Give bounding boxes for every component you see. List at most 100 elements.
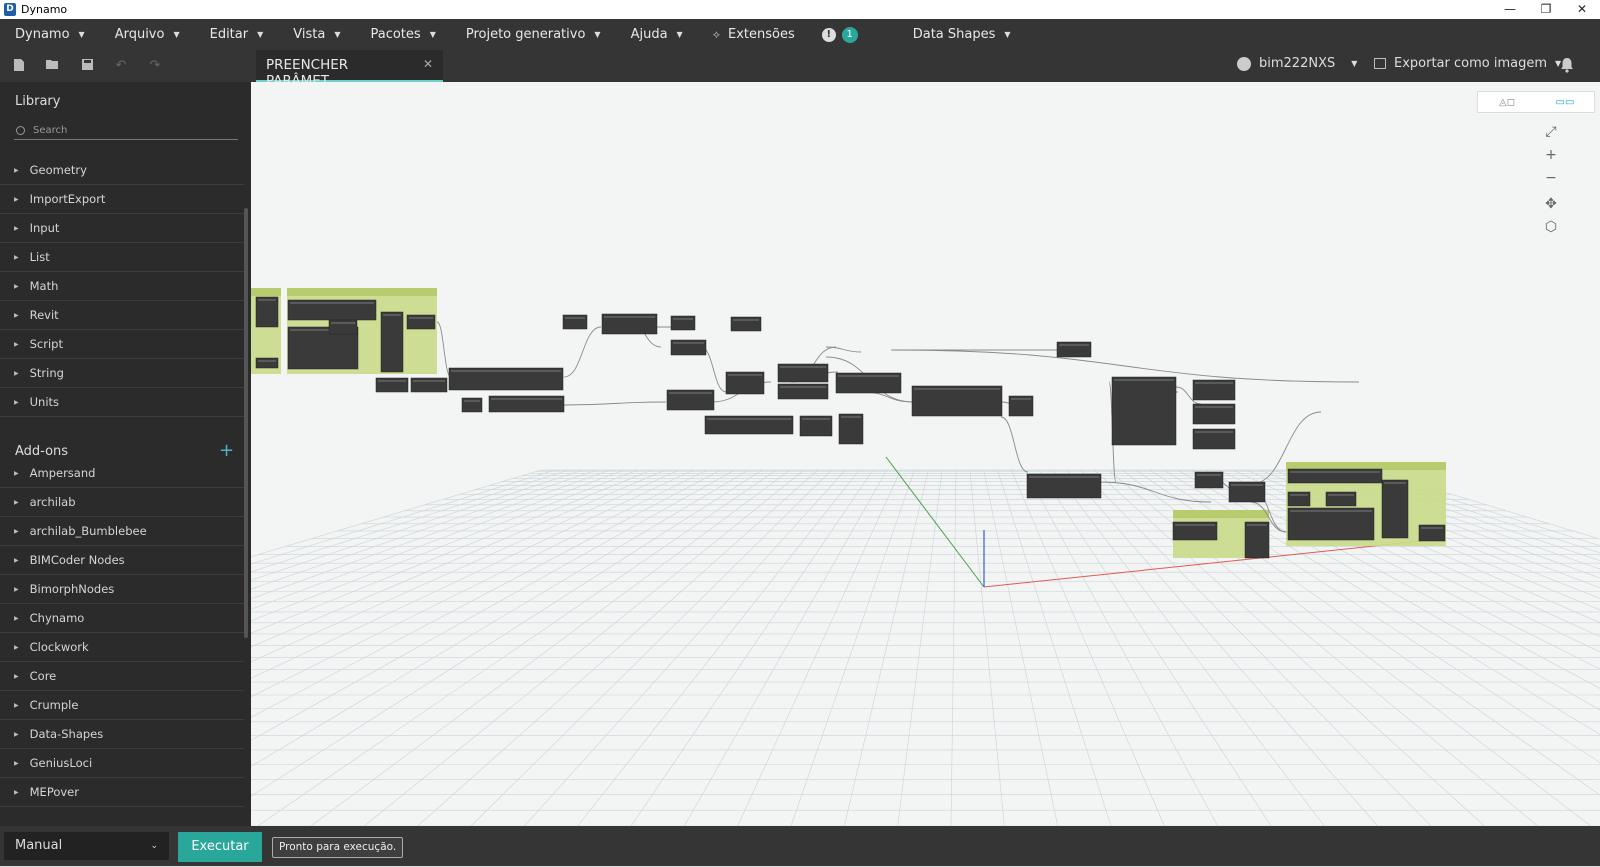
open-file-icon[interactable] — [44, 58, 60, 74]
undo-icon[interactable]: ↶ — [113, 58, 129, 74]
library-item[interactable]: ▶ Units — [0, 388, 244, 417]
expand-arrow-icon: ▶ — [14, 730, 19, 738]
workspace-tab[interactable]: PREENCHER PARÂMET... ✕ — [256, 50, 443, 89]
add-package-icon[interactable]: + — [219, 440, 234, 461]
graph-node-title — [1290, 494, 1308, 496]
addon-item-label: Clockwork — [29, 640, 89, 654]
library-item-label: String — [29, 366, 64, 380]
menu-pacotes[interactable]: Pacotes ▼ — [355, 19, 450, 50]
menu-vista[interactable]: Vista ▼ — [278, 19, 355, 50]
minimize-button[interactable]: — — [1492, 0, 1528, 19]
graph-node-title — [383, 314, 401, 316]
library-item[interactable]: ▶ Geometry — [0, 156, 244, 185]
run-mode-select[interactable]: Manual ⌄ — [4, 832, 169, 860]
expand-arrow-icon: ▶ — [14, 166, 19, 174]
addon-item[interactable]: ▶ GeniusLoci — [0, 749, 244, 778]
search-input[interactable]: Search — [33, 125, 67, 136]
notifications-indicator[interactable]: ! 1 — [810, 19, 870, 50]
addon-item-label: Crumple — [29, 698, 79, 712]
library-item-label: Revit — [29, 308, 59, 322]
save-icon[interactable] — [79, 58, 95, 74]
addon-item[interactable]: ▶ Clockwork — [0, 633, 244, 662]
graph-node-title — [838, 375, 899, 377]
graph-node-title — [1114, 379, 1174, 381]
graph-node-title — [1175, 524, 1215, 526]
bell-icon[interactable] — [1560, 57, 1574, 73]
view-mode-switch: ◬◻ ▭▭ — [1477, 91, 1595, 113]
menu-arquivo[interactable]: Arquivo ▼ — [100, 19, 195, 50]
menu-editar[interactable]: Editar ▼ — [195, 19, 279, 50]
caret-down-icon: ▼ — [173, 30, 180, 39]
addon-item[interactable]: ▶ BimorphNodes — [0, 575, 244, 604]
expand-arrow-icon: ▶ — [14, 701, 19, 709]
grid-line — [251, 469, 694, 679]
graph-node — [1244, 521, 1270, 559]
zoom-to-fit-icon[interactable]: ⤢ — [1541, 122, 1561, 142]
expand-arrow-icon: ▶ — [14, 224, 19, 232]
addon-item-label: MEPover — [29, 785, 79, 799]
graph-view-toggle[interactable]: ▭▭ — [1536, 92, 1594, 112]
addon-item[interactable]: ▶ Data-Shapes — [0, 720, 244, 749]
wire — [1000, 416, 1029, 473]
export-image-button[interactable]: Exportar como imagem ▼ — [1374, 56, 1561, 71]
addon-item[interactable]: ▶ Core — [0, 662, 244, 691]
graph-node — [255, 296, 279, 328]
addon-item[interactable]: ▶ MEPover — [0, 778, 244, 807]
close-window-button[interactable]: ✕ — [1564, 0, 1600, 19]
menu-data-shapes[interactable]: Data Shapes ▼ — [898, 19, 1026, 50]
zoom-out-icon[interactable]: − — [1541, 168, 1561, 188]
library-title: Library — [15, 94, 61, 109]
close-tab-icon[interactable]: ✕ — [423, 57, 433, 73]
addon-item[interactable]: ▶ Ampersand — [0, 459, 244, 488]
orbit-cube-icon[interactable]: ⬡ — [1541, 217, 1561, 237]
library-item[interactable]: ▶ Script — [0, 330, 244, 359]
grid-line — [684, 469, 888, 826]
background-preview-toggle[interactable]: ◬◻ — [1478, 92, 1536, 112]
redo-icon[interactable]: ↷ — [147, 58, 163, 74]
new-file-icon[interactable] — [11, 58, 27, 74]
run-button[interactable]: Executar — [178, 832, 262, 862]
graph-node-title — [1290, 510, 1372, 512]
addon-item[interactable]: ▶ archilab_Bumblebee — [0, 517, 244, 546]
library-item[interactable]: ▶ ImportExport — [0, 185, 244, 214]
menu-ajuda[interactable]: Ajuda ▼ — [616, 19, 698, 50]
menu-dynamo[interactable]: Dynamo ▼ — [0, 19, 100, 50]
menu-label: Data Shapes — [912, 27, 996, 42]
graph-node-title — [841, 416, 861, 418]
group-radio-buttons-header — [1173, 510, 1269, 518]
sidebar-scrollbar[interactable] — [244, 208, 248, 638]
addon-item-label: Ampersand — [29, 466, 96, 480]
pan-icon[interactable]: ✥ — [1541, 194, 1561, 214]
addon-item[interactable]: ▶ archilab — [0, 488, 244, 517]
wire — [563, 401, 667, 406]
graph-node-title — [1059, 344, 1089, 346]
library-sidebar: Library Search ▶ Geometry ▶ ImportExport ▶… — [0, 82, 251, 826]
menu-projeto-generativo[interactable]: Projeto generativo ▼ — [451, 19, 616, 50]
graph-node — [255, 357, 279, 369]
graph-node-title — [780, 366, 826, 368]
tab-title: PREENCHER PARÂMET... — [266, 57, 349, 89]
expand-arrow-icon: ▶ — [14, 643, 19, 651]
library-item[interactable]: ▶ String — [0, 359, 244, 388]
maximize-button[interactable]: ❐ — [1528, 0, 1564, 19]
library-item[interactable]: ▶ List — [0, 243, 244, 272]
menu-extensoes[interactable]: ⟡ Extensões — [698, 19, 810, 50]
addon-item[interactable]: ▶ Chynamo — [0, 604, 244, 633]
zoom-in-icon[interactable]: + — [1541, 145, 1561, 165]
expand-arrow-icon: ▶ — [14, 340, 19, 348]
addon-item[interactable]: ▶ BIMCoder Nodes — [0, 546, 244, 575]
search-icon — [16, 126, 25, 135]
addon-item[interactable]: ▶ Crumple — [0, 691, 244, 720]
addon-item-label: Data-Shapes — [29, 727, 104, 741]
user-account[interactable]: bim222NXS ▼ — [1237, 56, 1357, 71]
library-item[interactable]: ▶ Input — [0, 214, 244, 243]
library-item-label: Math — [29, 279, 59, 293]
warning-icon: ! — [821, 27, 836, 42]
library-item[interactable]: ▶ Math — [0, 272, 244, 301]
graph-node-title — [1247, 524, 1267, 526]
library-item[interactable]: ▶ Revit — [0, 301, 244, 330]
canvas-navigation: ⤢ + − ✥ ⬡ — [1541, 122, 1561, 240]
graph-canvas[interactable]: ◬◻ ▭▭ ⤢ + − ✥ ⬡ — [251, 82, 1600, 826]
library-search[interactable]: Search — [14, 122, 238, 140]
graph-node-title — [1195, 431, 1233, 433]
